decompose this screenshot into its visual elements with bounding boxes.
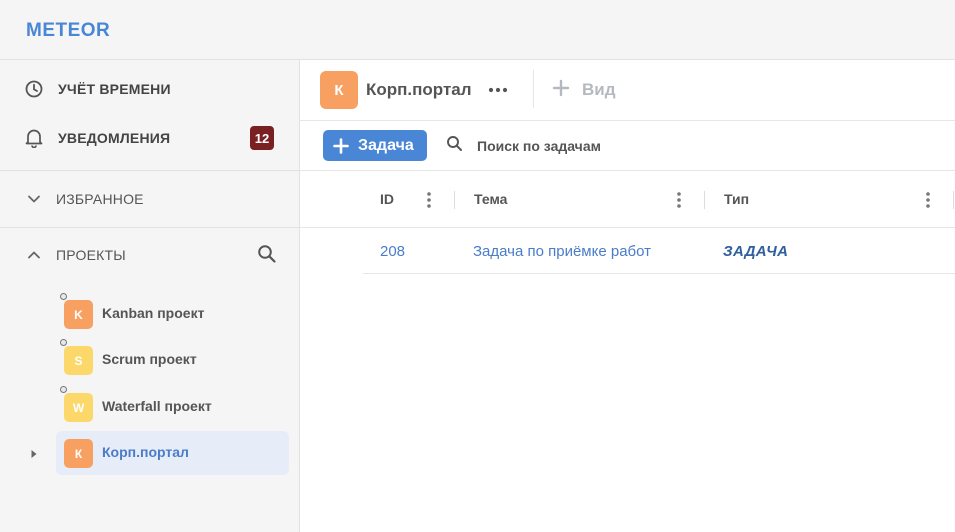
search-icon[interactable]: [256, 243, 278, 265]
column-menu-icon[interactable]: [423, 189, 435, 211]
toolbar: Задача Поиск по задачам: [300, 121, 955, 171]
bell-icon: [24, 128, 44, 148]
search-placeholder: Поиск по задачам: [477, 138, 601, 154]
project-item-corp-portal[interactable]: К Корп.портал: [56, 431, 289, 475]
nav-notifications[interactable]: УВЕДОМЛЕНИЯ 12: [0, 114, 299, 162]
chevron-up-icon: [26, 247, 42, 263]
cell-type: ЗАДАЧА: [723, 243, 789, 260]
expand-caret-icon[interactable]: [29, 449, 39, 459]
table-header: ID Тема Тип: [300, 171, 955, 228]
project-avatar: K: [64, 300, 93, 329]
project-item-label: Корп.портал: [102, 444, 189, 460]
favorites-label: ИЗБРАННОЕ: [56, 191, 144, 207]
column-header-id[interactable]: ID: [380, 191, 394, 207]
clock-icon: [24, 79, 44, 99]
nav-notifications-label: УВЕДОМЛЕНИЯ: [58, 130, 171, 146]
add-view-button[interactable]: Вид: [552, 78, 616, 102]
notifications-count-badge: 12: [250, 126, 274, 150]
cell-subject[interactable]: Задача по приёмке работ: [473, 243, 651, 260]
column-menu-icon[interactable]: [922, 189, 934, 211]
project-status-dot: [60, 386, 67, 393]
project-item-label: Kanban проект: [102, 305, 205, 321]
sidebar-divider: [0, 227, 299, 228]
sidebar: УЧЁТ ВРЕМЕНИ УВЕДОМЛЕНИЯ 12 ИЗБРАННОЕ ПР…: [0, 60, 300, 532]
new-task-label: Задача: [358, 136, 414, 154]
task-search-input[interactable]: Поиск по задачам: [446, 136, 601, 156]
project-item-label: Waterfall проект: [102, 398, 212, 414]
add-view-label: Вид: [582, 80, 616, 99]
column-header-subject[interactable]: Тема: [474, 191, 507, 207]
column-menu-icon[interactable]: [673, 189, 685, 211]
projects-label: ПРОЕКТЫ: [56, 247, 126, 263]
plus-icon: [552, 79, 570, 102]
more-options-icon[interactable]: [486, 80, 510, 100]
project-status-dot: [60, 293, 67, 300]
column-resize-handle[interactable]: [704, 191, 705, 209]
column-resize-handle[interactable]: [454, 191, 455, 209]
project-item-kanban[interactable]: K Kanban проект: [56, 292, 289, 336]
project-avatar: К: [64, 439, 93, 468]
header-divider: [533, 70, 534, 108]
column-resize-handle[interactable]: [953, 191, 954, 209]
new-task-button[interactable]: Задача: [323, 130, 427, 161]
nav-time-tracking-label: УЧЁТ ВРЕМЕНИ: [58, 81, 171, 97]
projects-section-toggle[interactable]: ПРОЕКТЫ: [0, 231, 299, 279]
project-item-scrum[interactable]: S Scrum проект: [56, 338, 289, 382]
search-icon: [446, 135, 463, 157]
sidebar-divider: [0, 170, 299, 171]
project-status-dot: [60, 339, 67, 346]
project-header: К Корп.портал Вид: [300, 60, 955, 121]
nav-time-tracking[interactable]: УЧЁТ ВРЕМЕНИ: [0, 65, 299, 113]
column-header-type[interactable]: Тип: [724, 191, 749, 207]
project-avatar: S: [64, 346, 93, 375]
project-item-label: Scrum проект: [102, 351, 197, 367]
page-title: Корп.портал: [366, 80, 472, 99]
top-bar: METEOR: [0, 0, 955, 60]
app-logo[interactable]: METEOR: [26, 20, 110, 42]
project-item-waterfall[interactable]: W Waterfall проект: [56, 385, 289, 429]
project-avatar: W: [64, 393, 93, 422]
plus-icon: [333, 138, 349, 154]
table-row[interactable]: 208 Задача по приёмке работ ЗАДАЧА: [363, 228, 955, 274]
favorites-section-toggle[interactable]: ИЗБРАННОЕ: [0, 175, 299, 223]
main-content: К Корп.портал Вид Задача Поиск по задача…: [300, 60, 955, 532]
project-avatar: К: [320, 71, 358, 109]
cell-id[interactable]: 208: [380, 243, 405, 260]
chevron-down-icon: [26, 191, 42, 207]
